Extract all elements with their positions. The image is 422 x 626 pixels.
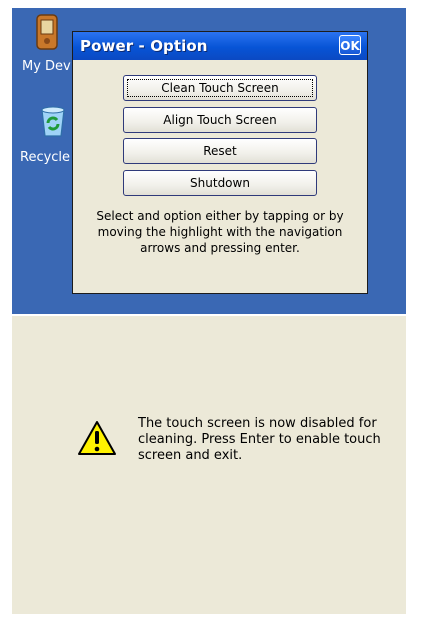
dialog-titlebar: Power - Option OK	[73, 32, 367, 60]
clean-touch-screen-button[interactable]: Clean Touch Screen	[123, 75, 317, 101]
ok-button[interactable]: OK	[339, 35, 361, 55]
align-touch-screen-button[interactable]: Align Touch Screen	[123, 107, 317, 133]
shutdown-button[interactable]: Shutdown	[123, 170, 317, 196]
desktop-icon-my-device[interactable]: My Dev	[22, 14, 71, 76]
cleaning-notice-panel: The touch screen is now disabled for cle…	[12, 316, 406, 614]
desktop-icon-recycle-bin[interactable]: Recycle	[20, 104, 71, 166]
recycle-bin-icon	[41, 106, 65, 137]
reset-button[interactable]: Reset	[123, 138, 317, 164]
desktop-icon-label: Recycle	[20, 150, 71, 165]
desktop: My Dev Recycle Power - Option OK Clean T…	[12, 8, 406, 314]
power-option-dialog: Power - Option OK Clean Touch Screen Ali…	[72, 31, 368, 294]
handheld-device-icon	[36, 14, 58, 50]
device-screen: My Dev Recycle Power - Option OK Clean T…	[0, 0, 422, 626]
warning-icon	[78, 421, 116, 455]
dialog-instructions: Select and option either by tapping or b…	[96, 209, 344, 255]
cleaning-notice-message: The touch screen is now disabled for cle…	[138, 416, 381, 463]
dialog-title: Power - Option	[80, 37, 208, 55]
desktop-icon-label: My Dev	[22, 59, 71, 74]
